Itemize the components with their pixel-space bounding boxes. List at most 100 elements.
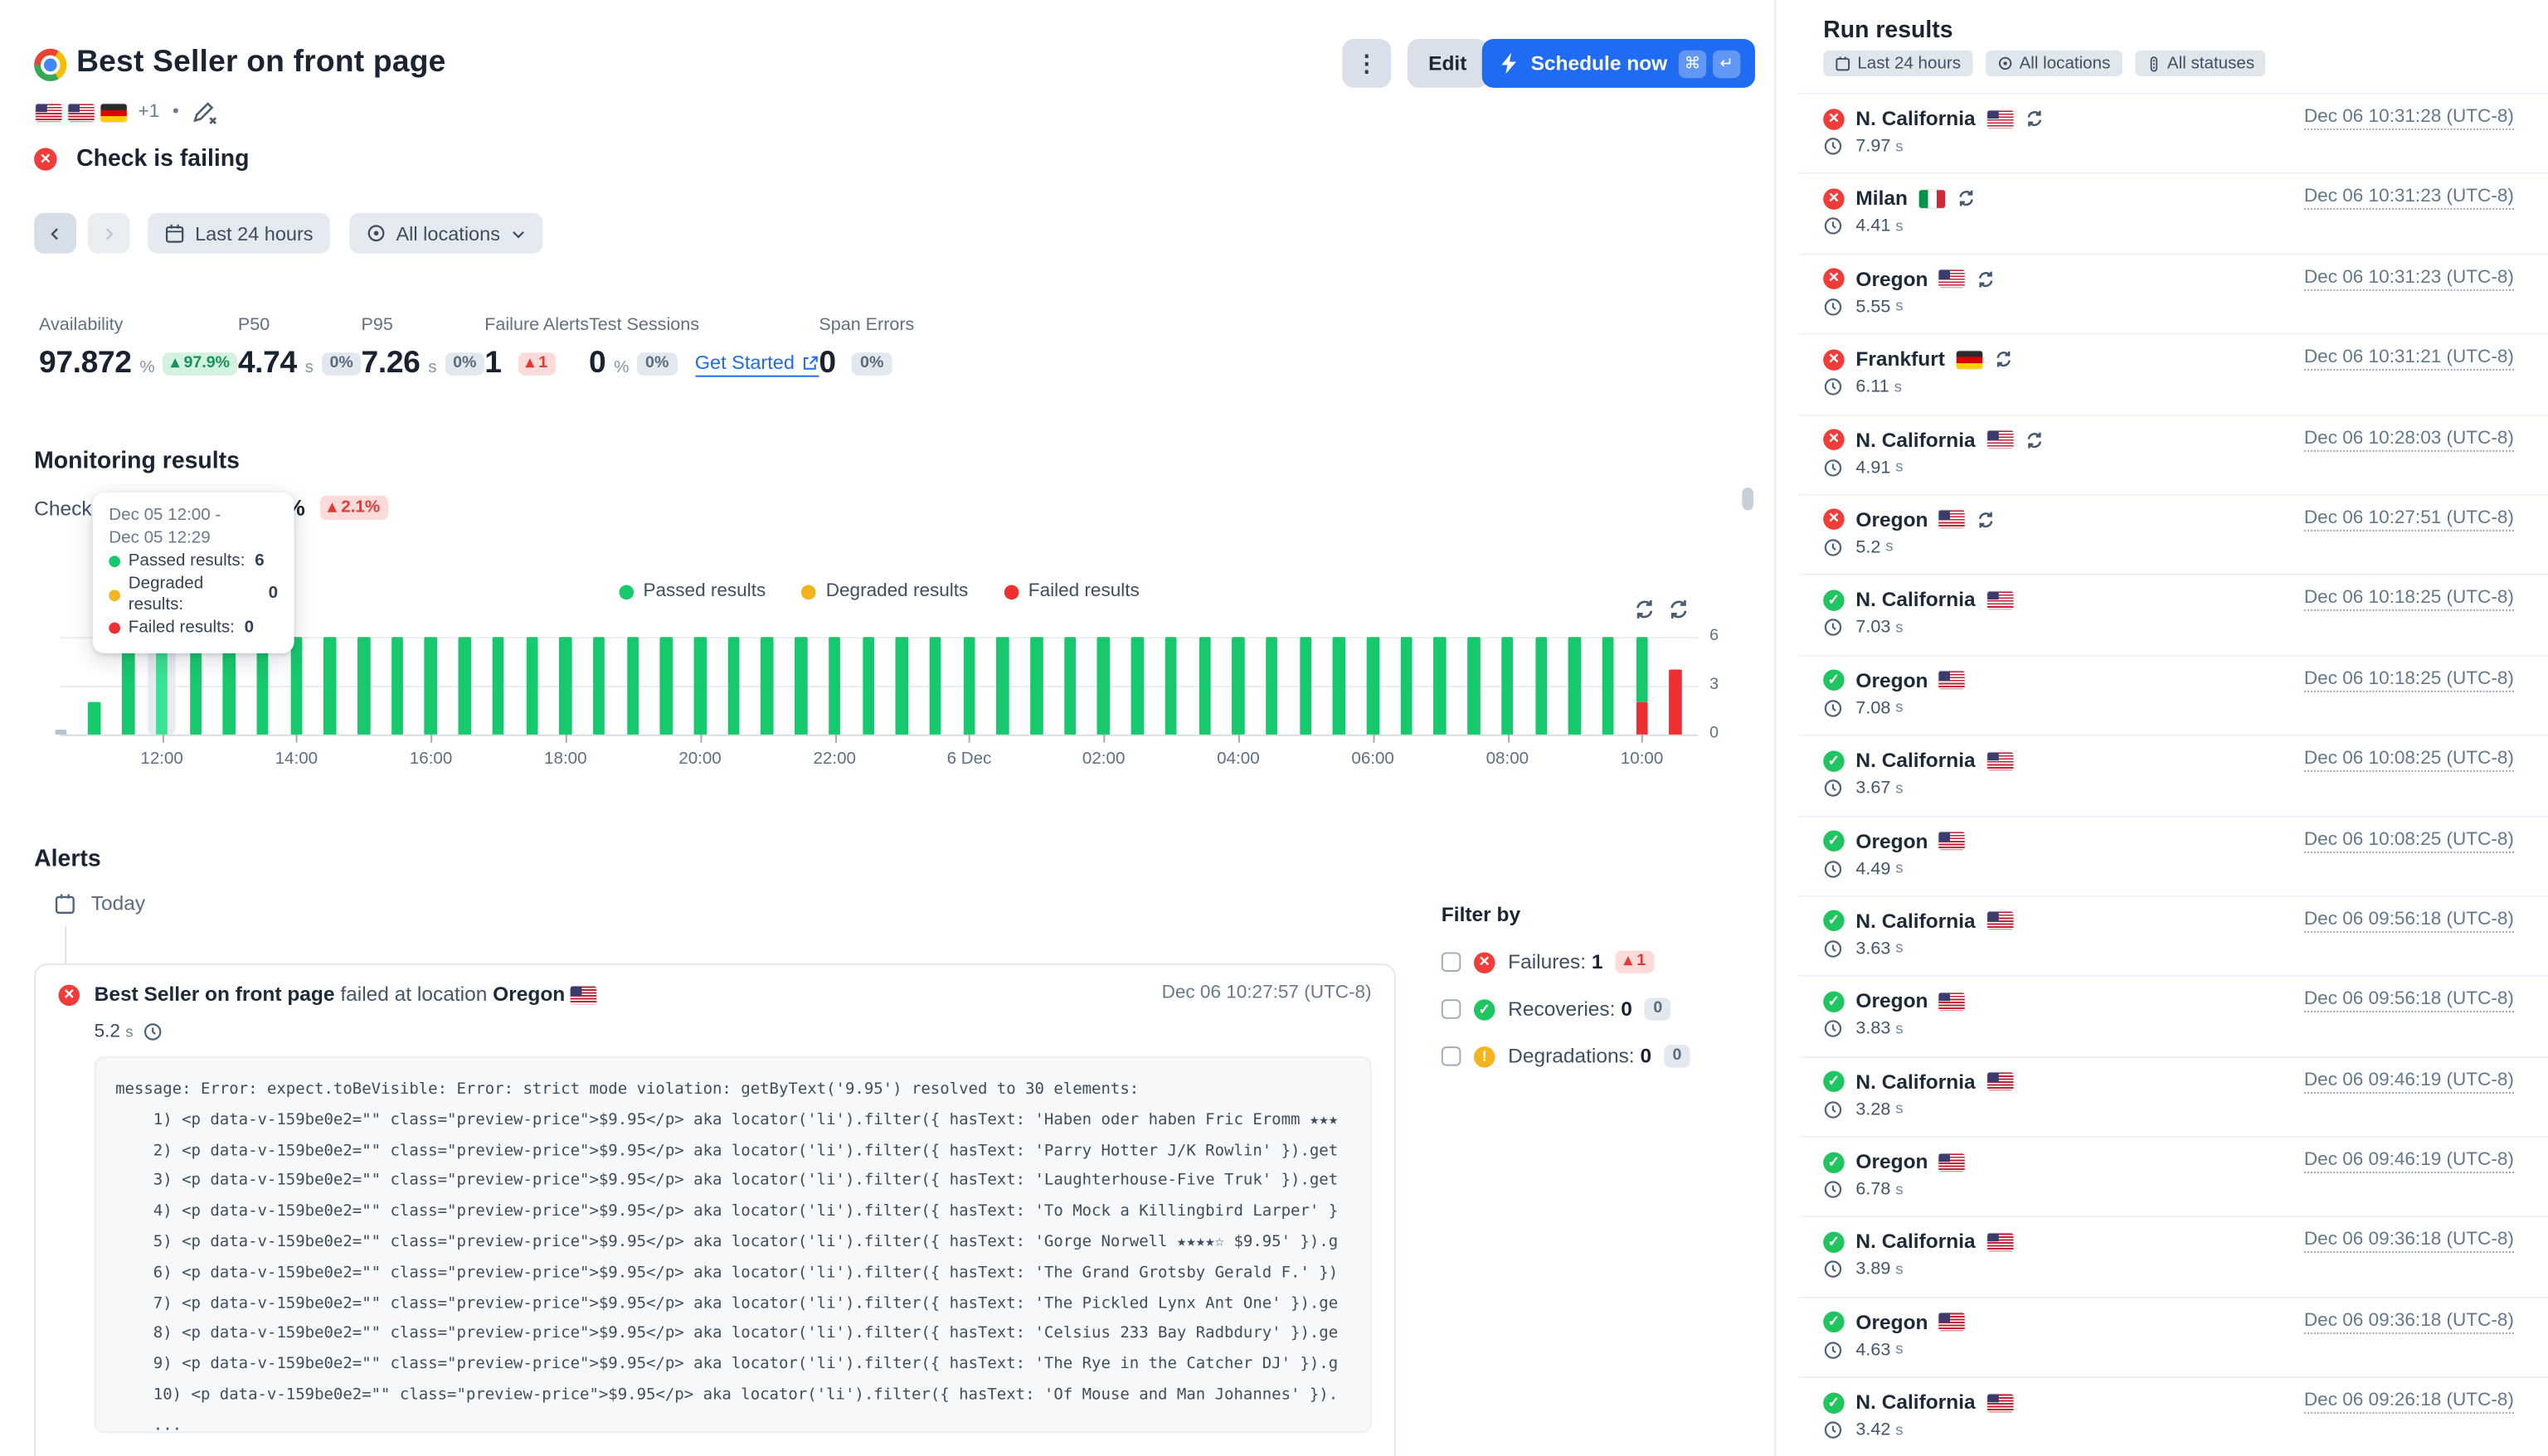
- run-result-item[interactable]: N. California Dec 06 09:36:18 (UTC-8) 3.…: [1799, 1216, 2548, 1297]
- failing-status-icon: [34, 148, 56, 170]
- run-result-item[interactable]: Oregon Dec 06 10:31:23 (UTC-8) 5.55 s: [1799, 253, 2548, 333]
- run-timestamp-link[interactable]: Dec 06 09:56:18 (UTC-8): [2304, 910, 2514, 932]
- run-timestamp-link[interactable]: Dec 06 10:31:23 (UTC-8): [2304, 268, 2514, 290]
- run-timestamp-link[interactable]: Dec 06 10:18:25 (UTC-8): [2304, 669, 2514, 692]
- monitoring-chart[interactable]: 63012:0014:0016:0018:0020:0022:006 Dec02…: [60, 637, 1698, 735]
- chip-time-range[interactable]: Last 24 hours: [1823, 51, 1972, 76]
- run-result-item[interactable]: Oregon Dec 06 10:18:25 (UTC-8) 7.08 s: [1799, 654, 2548, 735]
- run-status-icon: [1823, 830, 1844, 851]
- edit-x-icon[interactable]: [192, 99, 219, 125]
- error-line: ...: [115, 1416, 182, 1433]
- get-started-link[interactable]: Get Started: [695, 351, 819, 376]
- schedule-now-button[interactable]: Schedule now ⌘ ↵: [1482, 39, 1755, 88]
- legend-failed[interactable]: Failed results: [1004, 582, 1139, 602]
- run-timestamp-link[interactable]: Dec 06 09:46:19 (UTC-8): [2304, 1151, 2514, 1173]
- run-location-flag-icon: [1939, 832, 1965, 850]
- more-actions-button[interactable]: ⋮: [1342, 39, 1391, 88]
- run-timestamp-link[interactable]: Dec 06 09:46:19 (UTC-8): [2304, 1070, 2514, 1093]
- run-timestamp-link[interactable]: Dec 06 09:56:18 (UTC-8): [2304, 990, 2514, 1012]
- chip-statuses[interactable]: All statuses: [2135, 51, 2266, 76]
- clock-icon: [1823, 859, 1843, 879]
- legend-passed[interactable]: Passed results: [619, 582, 766, 602]
- run-timestamp-link[interactable]: Dec 06 10:08:25 (UTC-8): [2304, 830, 2514, 852]
- run-duration: 4.91: [1855, 458, 1890, 478]
- run-duration-unit: s: [1895, 1020, 1903, 1038]
- passed-bar: [1467, 637, 1480, 735]
- legend-degraded[interactable]: Degraded results: [801, 582, 968, 602]
- run-status-icon: [1823, 1071, 1844, 1092]
- passed-bar: [795, 637, 807, 735]
- alert-location: Oregon: [493, 983, 565, 1006]
- time-range-selector[interactable]: Last 24 hours: [148, 213, 329, 254]
- run-timestamp-link[interactable]: Dec 06 10:31:23 (UTC-8): [2304, 187, 2514, 210]
- filter-badge: 0: [1646, 997, 1670, 1020]
- filter-checkbox[interactable]: [1442, 999, 1461, 1019]
- run-timestamp-link[interactable]: Dec 06 10:18:25 (UTC-8): [2304, 589, 2514, 611]
- edit-button[interactable]: Edit: [1408, 39, 1488, 88]
- run-result-item[interactable]: N. California Dec 06 10:18:25 (UTC-8) 7.…: [1799, 574, 2548, 654]
- error-message-block[interactable]: message: Error: expect.toBeVisible: Erro…: [95, 1056, 1372, 1434]
- run-result-item[interactable]: Oregon Dec 06 10:27:51 (UTC-8) 5.2 s: [1799, 494, 2548, 575]
- run-result-item[interactable]: Milan Dec 06 10:31:23 (UTC-8) 4.41 s: [1799, 173, 2548, 254]
- x-axis-tick: [431, 735, 433, 743]
- run-result-item[interactable]: N. California Dec 06 09:26:18 (UTC-8) 3.…: [1799, 1376, 2548, 1456]
- run-timestamp-link[interactable]: Dec 06 09:26:18 (UTC-8): [2304, 1391, 2514, 1414]
- stat-label: Test Sessions: [589, 315, 819, 335]
- passed-bar: [1568, 637, 1581, 735]
- run-location-flag-icon: [1986, 1073, 2012, 1091]
- run-location: N. California: [1855, 1230, 1975, 1253]
- passed-bar: [492, 637, 504, 735]
- timeline-line: [65, 926, 66, 965]
- stats-row: Availability 97.872 % ▴ 97.9% P50 4.74 s…: [39, 315, 1696, 381]
- run-duration: 3.67: [1855, 779, 1890, 798]
- run-result-item[interactable]: N. California Dec 06 09:46:19 (UTC-8) 3.…: [1799, 1056, 2548, 1136]
- run-result-item[interactable]: N. California Dec 06 10:31:28 (UTC-8) 7.…: [1799, 93, 2548, 173]
- y-axis-label: 0: [1709, 725, 1742, 743]
- chrome-browser-icon: [34, 49, 66, 81]
- filter-status-icon: [1474, 1046, 1495, 1066]
- scrollbar-thumb[interactable]: [1742, 488, 1753, 510]
- run-result-item[interactable]: Oregon Dec 06 10:08:25 (UTC-8) 4.49 s: [1799, 815, 2548, 895]
- page-title: Best Seller on front page: [76, 46, 445, 81]
- passed-bar: [1367, 637, 1379, 735]
- passed-bar: [324, 637, 337, 735]
- chart-tooltip: Dec 05 12:00 - Dec 05 12:29 Passed resul…: [93, 493, 294, 653]
- filter-checkbox[interactable]: [1442, 1046, 1461, 1066]
- run-timestamp-link[interactable]: Dec 06 09:36:18 (UTC-8): [2304, 1230, 2514, 1253]
- run-timestamp-link[interactable]: Dec 06 10:08:25 (UTC-8): [2304, 750, 2514, 772]
- run-result-item[interactable]: Oregon Dec 06 09:46:19 (UTC-8) 6.78 s: [1799, 1136, 2548, 1216]
- run-result-item[interactable]: Oregon Dec 06 09:36:18 (UTC-8) 4.63 s: [1799, 1297, 2548, 1377]
- next-period-button[interactable]: [88, 213, 130, 254]
- run-result-item[interactable]: N. California Dec 06 09:56:18 (UTC-8) 3.…: [1799, 895, 2548, 976]
- filter-checkbox[interactable]: [1442, 952, 1461, 972]
- passed-bar: [1333, 637, 1345, 735]
- chip-locations[interactable]: All locations: [1985, 51, 2122, 76]
- run-result-item[interactable]: N. California Dec 06 10:28:03 (UTC-8) 4.…: [1799, 414, 2548, 494]
- passed-bar: [1501, 637, 1514, 735]
- run-timestamp-link[interactable]: Dec 06 10:27:51 (UTC-8): [2304, 508, 2514, 531]
- run-timestamp-link[interactable]: Dec 06 10:31:28 (UTC-8): [2304, 107, 2514, 129]
- run-timestamp-link[interactable]: Dec 06 10:31:21 (UTC-8): [2304, 348, 2514, 371]
- run-result-item[interactable]: N. California Dec 06 10:08:25 (UTC-8) 3.…: [1799, 735, 2548, 815]
- stat-card: P50 4.74 s 0%: [238, 315, 362, 381]
- run-duration-unit: s: [1895, 217, 1903, 235]
- run-result-item[interactable]: Oregon Dec 06 09:56:18 (UTC-8) 3.83 s: [1799, 975, 2548, 1056]
- filter-row: Recoveries: 0 0: [1442, 997, 1690, 1020]
- prev-period-button[interactable]: [34, 213, 76, 254]
- run-timestamp-link[interactable]: Dec 06 10:28:03 (UTC-8): [2304, 429, 2514, 451]
- auto-refresh-icon[interactable]: [1667, 598, 1690, 620]
- run-duration: 4.63: [1855, 1341, 1890, 1361]
- run-duration-unit: s: [1895, 1342, 1903, 1360]
- alert-group-today: Today: [54, 892, 145, 915]
- locations-selector[interactable]: All locations: [349, 213, 542, 254]
- run-timestamp-link[interactable]: Dec 06 09:36:18 (UTC-8): [2304, 1311, 2514, 1333]
- passed-bar: [1602, 637, 1615, 735]
- run-status-icon: [1823, 1152, 1844, 1172]
- run-result-item[interactable]: Frankfurt Dec 06 10:31:21 (UTC-8) 6.11 s: [1799, 333, 2548, 414]
- alert-timestamp: Dec 06 10:27:57 (UTC-8): [1162, 983, 1372, 1003]
- filter-row: Failures: 1 ▴ 1: [1442, 950, 1690, 973]
- alert-card[interactable]: Best Seller on front page failed at loca…: [34, 963, 1396, 1456]
- refresh-icon[interactable]: [1633, 598, 1656, 620]
- filter-count: 0: [1640, 1045, 1651, 1067]
- passed-bar: [559, 637, 571, 735]
